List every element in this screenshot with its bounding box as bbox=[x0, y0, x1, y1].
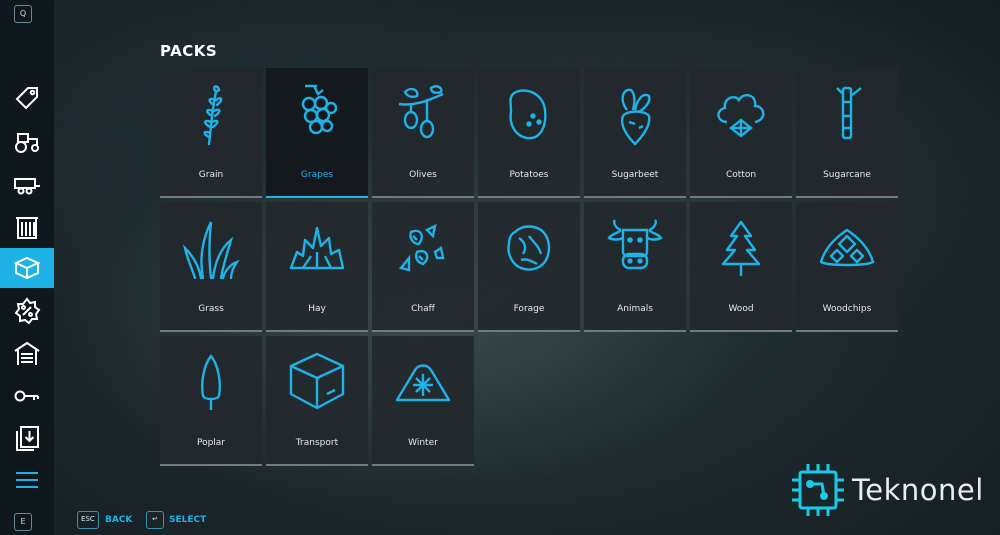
pack-card-potatoes[interactable]: Potatoes bbox=[478, 68, 580, 198]
winter-icon bbox=[395, 364, 451, 402]
card-label: Cotton bbox=[725, 170, 757, 180]
card-label: Wood bbox=[728, 304, 754, 314]
pack-card-transport[interactable]: Transport bbox=[266, 336, 368, 466]
card-label: Chaff bbox=[411, 304, 435, 314]
select-button[interactable]: SELECT bbox=[169, 515, 206, 525]
sidebar-item-sale[interactable] bbox=[0, 291, 54, 331]
grain-icon bbox=[203, 85, 223, 146]
pack-card-grapes[interactable]: Grapes bbox=[266, 68, 368, 198]
card-label: Olives bbox=[409, 170, 437, 180]
card-label: Hay bbox=[308, 304, 326, 314]
pack-card-woodchips[interactable]: Woodchips bbox=[796, 202, 898, 332]
olives-icon bbox=[398, 85, 444, 139]
sidebar-item-packs[interactable] bbox=[0, 248, 54, 288]
pack-card-grain[interactable]: Grain bbox=[160, 68, 262, 198]
sidebar-item-downloads[interactable] bbox=[0, 418, 54, 458]
pack-card-sugarcane[interactable]: Sugarcane bbox=[796, 68, 898, 198]
pack-card-cotton[interactable]: Cotton bbox=[690, 68, 792, 198]
card-label: Sugarcane bbox=[823, 170, 871, 180]
pack-card-wood[interactable]: Wood bbox=[690, 202, 792, 332]
grass-icon bbox=[183, 221, 240, 280]
poplar-icon bbox=[201, 354, 221, 410]
cotton-icon bbox=[717, 94, 765, 138]
packs-grid: Grain Grapes Olives Potatoes Sugarbeet C… bbox=[160, 68, 900, 468]
pack-card-hay[interactable]: Hay bbox=[266, 202, 368, 332]
pack-card-chaff[interactable]: Chaff bbox=[372, 202, 474, 332]
trailer-icon bbox=[14, 178, 40, 195]
card-label: Winter bbox=[408, 438, 438, 448]
card-label: Grain bbox=[198, 170, 224, 180]
tractor-icon bbox=[15, 133, 39, 153]
pack-card-grass[interactable]: Grass bbox=[160, 202, 262, 332]
animals-icon bbox=[607, 219, 663, 270]
hay-icon bbox=[289, 226, 345, 270]
building-icon bbox=[16, 217, 38, 239]
sidebar-item-trailers[interactable] bbox=[0, 164, 54, 204]
sale-percent-icon bbox=[14, 297, 41, 325]
chip-logo-icon bbox=[792, 464, 844, 516]
woodchips-icon bbox=[819, 228, 875, 267]
chaff-icon bbox=[398, 223, 445, 272]
page-title: PACKS bbox=[160, 42, 218, 60]
back-button[interactable]: BACK bbox=[105, 515, 132, 525]
transport-icon bbox=[289, 352, 345, 410]
forage-icon bbox=[507, 225, 551, 271]
sugarcane-icon bbox=[836, 86, 862, 140]
pack-card-winter[interactable]: Winter bbox=[372, 336, 474, 466]
price-tag-icon bbox=[15, 87, 38, 110]
sidebar-item-buildings[interactable] bbox=[0, 207, 54, 247]
card-label: Potatoes bbox=[509, 170, 549, 180]
wood-icon bbox=[721, 220, 761, 276]
key-icon bbox=[14, 390, 39, 402]
pack-card-forage[interactable]: Forage bbox=[478, 202, 580, 332]
sidebar: Q E bbox=[0, 0, 54, 535]
watermark-logo: Teknonel bbox=[790, 462, 990, 518]
sidebar-item-sales[interactable] bbox=[0, 78, 54, 118]
sugarbeet-icon bbox=[620, 88, 651, 146]
card-label: Sugarbeet bbox=[611, 170, 659, 180]
card-label: Animals bbox=[617, 304, 653, 314]
pack-card-animals[interactable]: Animals bbox=[584, 202, 686, 332]
garage-icon bbox=[14, 341, 40, 365]
grapes-icon bbox=[301, 84, 338, 135]
sidebar-prev-key[interactable]: Q bbox=[14, 5, 32, 23]
card-label: Forage bbox=[513, 304, 545, 314]
sidebar-next-key[interactable]: E bbox=[14, 513, 32, 531]
card-label: Transport bbox=[295, 438, 339, 448]
back-key-badge[interactable]: ESC bbox=[77, 511, 99, 529]
potatoes-icon bbox=[509, 89, 547, 140]
sidebar-item-vehicles[interactable] bbox=[0, 121, 54, 161]
box-packs-icon bbox=[13, 256, 41, 280]
menu-icon bbox=[16, 472, 38, 488]
card-label: Grapes bbox=[300, 170, 334, 180]
card-label: Grass bbox=[198, 304, 224, 314]
pack-card-poplar[interactable]: Poplar bbox=[160, 336, 262, 466]
brand-name: Teknonel bbox=[852, 473, 984, 507]
select-key-badge[interactable]: ↵ bbox=[146, 511, 164, 529]
sidebar-item-menu[interactable] bbox=[0, 460, 54, 500]
card-label: Woodchips bbox=[822, 304, 872, 314]
sidebar-item-leasing[interactable] bbox=[0, 376, 54, 416]
card-label: Poplar bbox=[196, 438, 226, 448]
pack-card-olives[interactable]: Olives bbox=[372, 68, 474, 198]
download-icon bbox=[16, 426, 39, 451]
pack-card-sugarbeet[interactable]: Sugarbeet bbox=[584, 68, 686, 198]
sidebar-item-garage[interactable] bbox=[0, 334, 54, 374]
